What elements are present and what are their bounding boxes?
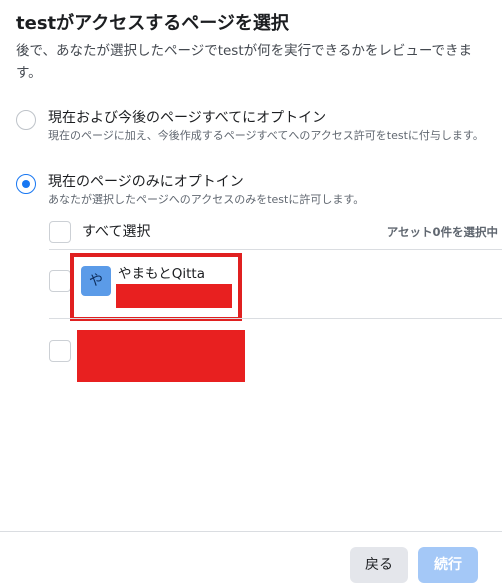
select-all-label: すべて選択: [82, 224, 151, 240]
option-all-pages-label: 現在および今後のページすべてにオプトイン: [48, 110, 327, 126]
continue-button[interactable]: 続行: [418, 547, 478, 583]
option-all-pages-description: 現在のページに加え、今後作成するページすべてへのアクセス許可をtestに付与しま…: [48, 129, 484, 142]
list-item-divider: [49, 318, 502, 319]
radio-button-selected[interactable]: [16, 174, 36, 194]
option-current-pages-label: 現在のページのみにオプトイン: [48, 174, 244, 190]
option-current-pages-description: あなたが選択したページへのアクセスのみをtestに許可します。: [48, 193, 365, 206]
highlight-annotation: [70, 253, 242, 321]
selected-count-label: アセット0件を選択中: [386, 225, 498, 239]
dialog-subtitle: 後で、あなたが選択したページでtestが何を実行できるかをレビューできます。: [16, 43, 473, 81]
select-all-checkbox[interactable]: [49, 221, 71, 243]
dialog-title: testがアクセスするページを選択: [16, 13, 289, 34]
back-button[interactable]: 戻る: [350, 547, 408, 583]
option-current-pages[interactable]: 現在のページのみにオプトイン あなたが選択したページへのアクセスのみをtestに…: [16, 172, 496, 208]
radio-button-unselected[interactable]: [16, 110, 36, 130]
footer-divider: [0, 531, 502, 532]
asset-checkbox[interactable]: [49, 340, 71, 362]
list-header-divider: [49, 249, 502, 250]
asset-checkbox[interactable]: [49, 270, 71, 292]
option-all-pages[interactable]: 現在および今後のページすべてにオプトイン 現在のページに加え、今後作成するページ…: [16, 108, 496, 158]
redacted-page-entry: [77, 330, 245, 382]
